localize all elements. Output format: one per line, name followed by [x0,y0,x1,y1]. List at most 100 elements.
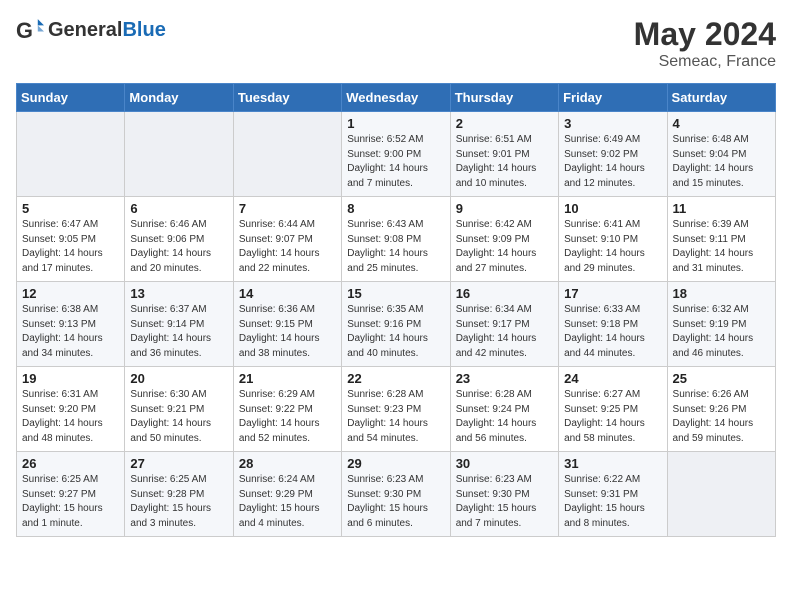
day-info: Sunrise: 6:44 AMSunset: 9:07 PMDaylight:… [239,218,336,276]
logo-general: General [48,19,122,41]
calendar-cell: 13 Sunrise: 6:37 AMSunset: 9:14 PMDayligh… [125,282,233,367]
day-info: Sunrise: 6:41 AMSunset: 9:10 PMDaylight:… [564,218,661,276]
calendar-cell: 28 Sunrise: 6:24 AMSunset: 9:29 PMDayligh… [233,452,341,537]
day-info: Sunrise: 6:25 AMSunset: 9:28 PMDaylight:… [130,473,227,531]
day-info: Sunrise: 6:51 AMSunset: 9:01 PMDaylight:… [456,133,553,191]
day-number: 28 [239,456,336,471]
day-number: 10 [564,201,661,216]
day-number: 2 [456,116,553,131]
month-year-title: May 2024 [634,16,776,53]
calendar-cell: 5 Sunrise: 6:47 AMSunset: 9:05 PMDaylight… [17,197,125,282]
day-info: Sunrise: 6:32 AMSunset: 9:19 PMDaylight:… [673,303,770,361]
calendar-cell [125,112,233,197]
calendar-cell: 21 Sunrise: 6:29 AMSunset: 9:22 PMDayligh… [233,367,341,452]
day-info: Sunrise: 6:49 AMSunset: 9:02 PMDaylight:… [564,133,661,191]
header-day-wednesday: Wednesday [342,84,450,112]
calendar-cell: 22Sunrise: 6:28 AMSunset: 9:23 PMDayligh… [342,367,450,452]
day-info: Sunrise: 6:28 AMSunset: 9:23 PMDaylight:… [347,388,444,446]
calendar-cell: 11 Sunrise: 6:39 AMSunset: 9:11 PMDayligh… [667,197,775,282]
day-number: 15 [347,286,444,301]
week-row-1: 5 Sunrise: 6:47 AMSunset: 9:05 PMDaylight… [17,197,776,282]
calendar-cell: 7 Sunrise: 6:44 AMSunset: 9:07 PMDaylight… [233,197,341,282]
day-info: Sunrise: 6:29 AMSunset: 9:22 PMDaylight:… [239,388,336,446]
calendar-cell [233,112,341,197]
calendar-header: SundayMondayTuesdayWednesdayThursdayFrid… [17,84,776,112]
calendar-cell: 23Sunrise: 6:28 AMSunset: 9:24 PMDayligh… [450,367,558,452]
calendar-cell: 20 Sunrise: 6:30 AMSunset: 9:21 PMDayligh… [125,367,233,452]
day-info: Sunrise: 6:34 AMSunset: 9:17 PMDaylight:… [456,303,553,361]
day-info: Sunrise: 6:36 AMSunset: 9:15 PMDaylight:… [239,303,336,361]
calendar-cell: 26 Sunrise: 6:25 AMSunset: 9:27 PMDayligh… [17,452,125,537]
day-info: Sunrise: 6:37 AMSunset: 9:14 PMDaylight:… [130,303,227,361]
calendar-cell: 16Sunrise: 6:34 AMSunset: 9:17 PMDayligh… [450,282,558,367]
page-header: G GeneralBlue May 2024 Semeac, France [16,16,776,71]
header-day-tuesday: Tuesday [233,84,341,112]
day-number: 11 [673,201,770,216]
day-number: 13 [130,286,227,301]
day-info: Sunrise: 6:47 AMSunset: 9:05 PMDaylight:… [22,218,119,276]
day-number: 31 [564,456,661,471]
header-row: SundayMondayTuesdayWednesdayThursdayFrid… [17,84,776,112]
day-number: 3 [564,116,661,131]
day-number: 8 [347,201,444,216]
week-row-3: 19Sunrise: 6:31 AMSunset: 9:20 PMDayligh… [17,367,776,452]
calendar-cell: 17 Sunrise: 6:33 AMSunset: 9:18 PMDayligh… [559,282,667,367]
day-number: 14 [239,286,336,301]
day-info: Sunrise: 6:30 AMSunset: 9:21 PMDaylight:… [130,388,227,446]
logo-icon: G [16,16,44,44]
day-info: Sunrise: 6:25 AMSunset: 9:27 PMDaylight:… [22,473,119,531]
calendar-cell: 18Sunrise: 6:32 AMSunset: 9:19 PMDayligh… [667,282,775,367]
day-number: 21 [239,371,336,386]
day-info: Sunrise: 6:38 AMSunset: 9:13 PMDaylight:… [22,303,119,361]
calendar-cell: 19Sunrise: 6:31 AMSunset: 9:20 PMDayligh… [17,367,125,452]
calendar-cell: 25 Sunrise: 6:26 AMSunset: 9:26 PMDayligh… [667,367,775,452]
day-info: Sunrise: 6:24 AMSunset: 9:29 PMDaylight:… [239,473,336,531]
day-number: 27 [130,456,227,471]
week-row-4: 26 Sunrise: 6:25 AMSunset: 9:27 PMDayligh… [17,452,776,537]
day-number: 5 [22,201,119,216]
calendar-cell: 24Sunrise: 6:27 AMSunset: 9:25 PMDayligh… [559,367,667,452]
header-day-sunday: Sunday [17,84,125,112]
calendar-cell: 6Sunrise: 6:46 AMSunset: 9:06 PMDaylight… [125,197,233,282]
day-info: Sunrise: 6:43 AMSunset: 9:08 PMDaylight:… [347,218,444,276]
day-number: 30 [456,456,553,471]
calendar-cell [667,452,775,537]
title-block: May 2024 Semeac, France [634,16,776,71]
calendar-cell: 15 Sunrise: 6:35 AMSunset: 9:16 PMDayligh… [342,282,450,367]
day-info: Sunrise: 6:23 AMSunset: 9:30 PMDaylight:… [347,473,444,531]
day-number: 25 [673,371,770,386]
week-row-0: 1 Sunrise: 6:52 AMSunset: 9:00 PMDaylight… [17,112,776,197]
header-day-friday: Friday [559,84,667,112]
day-info: Sunrise: 6:39 AMSunset: 9:11 PMDaylight:… [673,218,770,276]
day-number: 12 [22,286,119,301]
calendar-cell: 4Sunrise: 6:48 AMSunset: 9:04 PMDaylight… [667,112,775,197]
day-info: Sunrise: 6:35 AMSunset: 9:16 PMDaylight:… [347,303,444,361]
day-number: 1 [347,116,444,131]
calendar-cell: 12 Sunrise: 6:38 AMSunset: 9:13 PMDayligh… [17,282,125,367]
day-info: Sunrise: 6:31 AMSunset: 9:20 PMDaylight:… [22,388,119,446]
day-info: Sunrise: 6:52 AMSunset: 9:00 PMDaylight:… [347,133,444,191]
day-number: 6 [130,201,227,216]
logo-wordmark: GeneralBlue [48,19,166,42]
calendar-cell: 29Sunrise: 6:23 AMSunset: 9:30 PMDayligh… [342,452,450,537]
day-info: Sunrise: 6:27 AMSunset: 9:25 PMDaylight:… [564,388,661,446]
day-info: Sunrise: 6:48 AMSunset: 9:04 PMDaylight:… [673,133,770,191]
calendar-cell: 14 Sunrise: 6:36 AMSunset: 9:15 PMDayligh… [233,282,341,367]
logo: G GeneralBlue [16,16,166,44]
day-info: Sunrise: 6:33 AMSunset: 9:18 PMDaylight:… [564,303,661,361]
calendar-cell: 30 Sunrise: 6:23 AMSunset: 9:30 PMDayligh… [450,452,558,537]
day-info: Sunrise: 6:22 AMSunset: 9:31 PMDaylight:… [564,473,661,531]
day-number: 23 [456,371,553,386]
calendar-cell: 9Sunrise: 6:42 AMSunset: 9:09 PMDaylight… [450,197,558,282]
day-number: 7 [239,201,336,216]
day-info: Sunrise: 6:23 AMSunset: 9:30 PMDaylight:… [456,473,553,531]
day-info: Sunrise: 6:26 AMSunset: 9:26 PMDaylight:… [673,388,770,446]
calendar-table: SundayMondayTuesdayWednesdayThursdayFrid… [16,83,776,537]
calendar-cell: 8 Sunrise: 6:43 AMSunset: 9:08 PMDaylight… [342,197,450,282]
svg-text:G: G [16,18,33,43]
calendar-cell [17,112,125,197]
day-number: 26 [22,456,119,471]
header-day-monday: Monday [125,84,233,112]
day-number: 17 [564,286,661,301]
day-number: 20 [130,371,227,386]
